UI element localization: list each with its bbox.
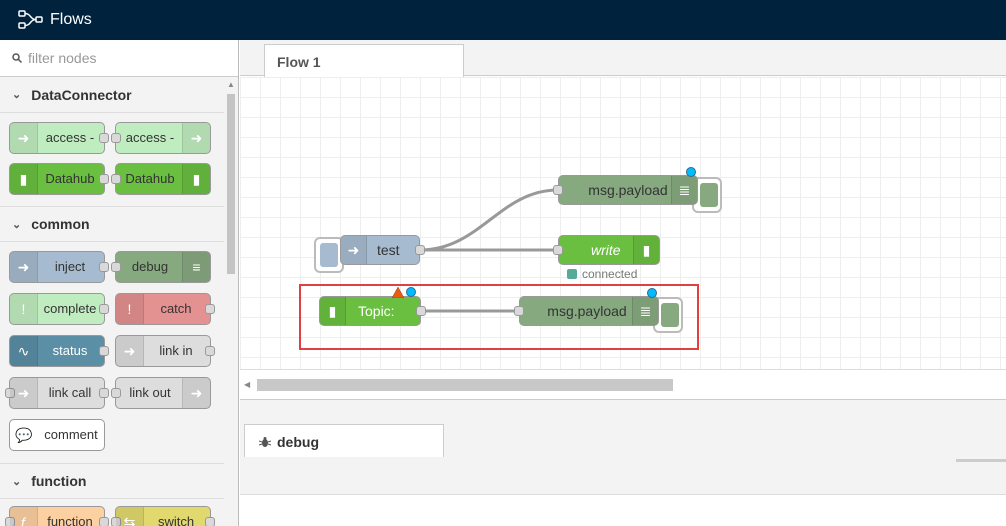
output-port — [99, 262, 109, 272]
scroll-thumb[interactable] — [227, 94, 235, 274]
chevron-down-icon: ⌄ — [12, 89, 22, 101]
palette-node-link-call[interactable]: ➜ link call — [5, 377, 109, 409]
scroll-up-icon[interactable]: ▲ — [226, 80, 236, 90]
flow-node-debug-top[interactable]: msg.payload ≣ — [553, 175, 698, 205]
category-function[interactable]: ⌄ function — [0, 463, 224, 499]
write-status: connected — [567, 267, 637, 281]
highlight-box — [299, 284, 699, 350]
palette-scroll-area: ⌄ DataConnector ➜ access - access - ➜ ▮ … — [0, 77, 224, 526]
toolbar-divider — [956, 459, 1006, 462]
debug-toolbar — [240, 457, 1006, 495]
category-label: function — [31, 473, 87, 489]
output-port — [205, 304, 215, 314]
input-port — [553, 185, 563, 195]
output-port — [99, 133, 109, 143]
category-dataconnector[interactable]: ⌄ DataConnector — [0, 77, 224, 113]
chevron-down-icon: ⌄ — [12, 475, 22, 488]
link-arrow-icon: ➜ — [182, 378, 210, 408]
palette-node-catch[interactable]: ! catch — [115, 293, 215, 325]
palette-node-comment[interactable]: 💬 comment — [9, 419, 105, 451]
app-title: Flows — [50, 11, 92, 28]
output-port — [99, 388, 109, 398]
output-port — [205, 346, 215, 356]
database-icon: ▮ — [182, 164, 210, 194]
category-label: DataConnector — [31, 86, 132, 103]
status-indicator — [567, 269, 577, 279]
chevron-down-icon: ⌄ — [12, 218, 22, 231]
workspace-tabs: Flow 1 — [240, 40, 1006, 77]
palette-node-access-in[interactable]: ➜ access - — [9, 122, 109, 154]
palette-node-debug[interactable]: debug ≡ — [111, 251, 211, 283]
search-icon — [12, 53, 22, 63]
canvas-horizontal-scrollbar[interactable]: ◀ — [240, 369, 1006, 399]
output-port — [99, 174, 109, 184]
filter-nodes-input[interactable]: filter nodes — [0, 40, 238, 77]
sidebar-tabs: debug — [240, 399, 1006, 458]
output-port — [99, 517, 109, 526]
output-port — [99, 346, 109, 356]
arrow-out-icon: ➜ — [182, 123, 210, 153]
palette-node-status[interactable]: ∿ status — [9, 335, 109, 367]
debug-messages — [240, 495, 1006, 526]
palette-node-link-out[interactable]: link out ➜ — [111, 377, 211, 409]
palette-node-datahub-publish[interactable]: Datahub ▮ — [111, 163, 211, 195]
changed-indicator — [686, 167, 696, 177]
flow-node-write[interactable]: write ▮ — [553, 235, 660, 265]
palette-scrollbar[interactable]: ▲ — [226, 80, 236, 520]
category-label: common — [31, 216, 90, 232]
filter-placeholder: filter nodes — [28, 50, 97, 66]
flow-node-inject-test[interactable]: ➜ test — [340, 235, 425, 265]
inject-arrow-icon: ➜ — [341, 236, 367, 264]
output-port — [99, 304, 109, 314]
tab-debug[interactable]: debug — [244, 424, 444, 458]
input-port — [553, 245, 563, 255]
palette-node-complete[interactable]: ! complete — [9, 293, 109, 325]
scroll-thumb[interactable] — [257, 379, 673, 391]
list-icon: ≣ — [671, 176, 697, 204]
list-icon: ≡ — [182, 252, 210, 282]
scroll-left-icon[interactable]: ◀ — [244, 380, 250, 389]
bug-icon — [259, 436, 271, 447]
output-port — [205, 517, 215, 526]
palette-node-switch[interactable]: ⇆ switch — [111, 506, 215, 526]
category-common[interactable]: ⌄ common — [0, 206, 224, 242]
database-icon: ▮ — [633, 236, 659, 264]
palette-node-function[interactable]: ƒ function — [5, 506, 109, 526]
palette-node-link-in[interactable]: ➜ link in — [115, 335, 215, 367]
flows-logo-icon — [18, 10, 43, 29]
palette-node-inject[interactable]: ➜ inject — [9, 251, 109, 283]
palette-node-datahub-subscribe[interactable]: ▮ Datahub — [9, 163, 109, 195]
palette-node-access-out[interactable]: access - ➜ — [111, 122, 211, 154]
flow-canvas[interactable]: msg.payload ≣ ➜ test write ▮ connected ▮… — [240, 77, 1006, 369]
output-port — [415, 245, 425, 255]
app-header: Flows — [0, 0, 1006, 40]
node-palette: filter nodes ⌄ DataConnector ➜ access - … — [0, 40, 239, 526]
tab-flow-1[interactable]: Flow 1 — [264, 44, 464, 77]
